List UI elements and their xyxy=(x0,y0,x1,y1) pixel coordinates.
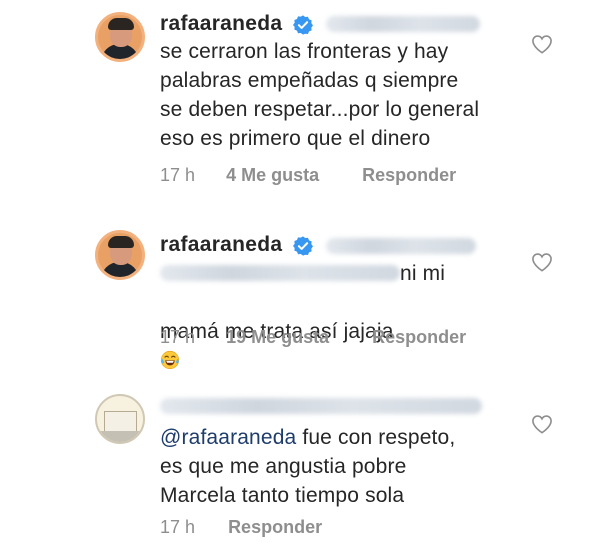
comment-username[interactable]: rafaaraneda xyxy=(160,12,282,36)
avatar[interactable] xyxy=(95,12,145,62)
heart-outline-icon[interactable] xyxy=(531,414,553,434)
tears-of-joy-emoji xyxy=(160,350,180,370)
avatar[interactable] xyxy=(95,394,145,444)
comment-time: 17 h xyxy=(160,165,196,185)
comment-meta: 17 h 19 Me gusta Responder xyxy=(160,327,466,348)
blurred-username xyxy=(326,238,476,254)
comment-text: fue con respeto, xyxy=(296,426,456,449)
comment-text: se cerraron las fronteras y hay palabras… xyxy=(160,40,480,150)
verified-badge-icon xyxy=(293,15,313,35)
comment-text-line1: @rafaaraneda fue con respeto, xyxy=(160,423,455,452)
comment-time: 17 h xyxy=(160,517,196,537)
blurred-mention xyxy=(160,265,400,281)
comment-text: ni mi xyxy=(400,262,446,285)
comment-time: 17 h xyxy=(160,327,196,347)
reply-button[interactable]: Responder xyxy=(362,165,456,186)
reply-button[interactable]: Responder xyxy=(372,327,466,348)
comment-text: es que me angustia pobre Marcela tanto t… xyxy=(160,455,407,507)
reply-button[interactable]: Responder xyxy=(228,517,322,538)
heart-outline-icon[interactable] xyxy=(531,34,553,54)
likes-count[interactable]: 19 Me gusta xyxy=(226,327,329,348)
likes-count[interactable]: 4 Me gusta xyxy=(226,165,319,186)
blurred-username xyxy=(160,398,482,414)
blurred-username xyxy=(326,16,480,32)
verified-badge-icon xyxy=(293,236,313,256)
heart-outline-icon[interactable] xyxy=(531,252,553,272)
comment-meta: 17 h 4 Me gusta Responder xyxy=(160,165,456,186)
comment-username[interactable]: rafaaraneda xyxy=(160,233,282,257)
comment-meta: 17 h Responder xyxy=(160,517,322,538)
avatar[interactable] xyxy=(95,230,145,280)
mention-link[interactable]: @rafaaraneda xyxy=(160,426,296,449)
